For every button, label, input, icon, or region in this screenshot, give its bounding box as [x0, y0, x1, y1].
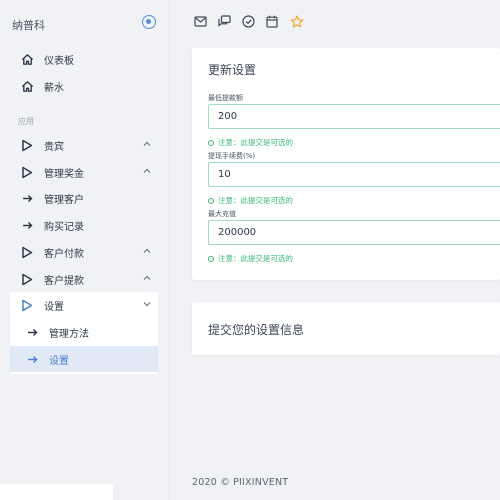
submit-settings-card[interactable]: 提交您的设置信息: [192, 302, 500, 355]
sidebar-item-customer-payments[interactable]: 客户付款: [10, 239, 158, 265]
info-circle-icon: [208, 197, 214, 204]
sidebar-item-salary[interactable]: 薪水: [10, 73, 158, 99]
chevron-up-icon: [142, 139, 152, 149]
arrow-right-icon: [18, 221, 36, 230]
info-circle-icon: [208, 255, 214, 262]
check-circle-icon[interactable]: [241, 14, 255, 28]
sidebar-item-label: 薪水: [44, 82, 64, 94]
sidebar-item-purchase-records[interactable]: 购买记录: [10, 212, 158, 238]
card-title: 提交您的设置信息: [208, 323, 305, 337]
sidebar-item-label: 贵宾: [44, 141, 64, 153]
sidebar-item-label: 管理客户: [44, 194, 84, 206]
field-label-min-withdrawal: 最低提款额: [208, 94, 243, 102]
play-icon: [18, 246, 36, 259]
sidebar-item-label: 客户付款: [44, 248, 84, 260]
home-icon: [18, 53, 36, 66]
chevron-down-icon: [142, 299, 152, 309]
sidebar-item-label: 管理奖金: [44, 168, 84, 180]
info-circle-icon: [208, 139, 214, 146]
field-hint: 注意：此提交是可选的: [208, 137, 293, 148]
sidebar-item-manage-bonus[interactable]: 管理奖金: [10, 159, 158, 185]
home-icon: [18, 80, 36, 93]
sidebar-item-dashboard[interactable]: 仪表板: [10, 46, 158, 72]
sidebar-item-vip[interactable]: 贵宾: [10, 132, 158, 158]
target-icon[interactable]: [142, 15, 156, 29]
arrow-right-icon: [23, 328, 41, 337]
chevron-up-icon: [142, 273, 152, 283]
footer-copyright: 2020 © PIIXINVENT: [192, 477, 289, 488]
play-icon: [18, 299, 36, 312]
card-title: 更新设置: [208, 63, 257, 77]
sidebar: 纳普科 仪表板 薪水 应用 贵宾 管理奖金 管理客户 购买记录 客户付款 客户提…: [0, 0, 170, 500]
chevron-up-icon: [142, 246, 152, 256]
brand-name: 纳普科: [12, 19, 45, 32]
sidebar-item-label: 客户提款: [44, 275, 84, 287]
play-icon: [18, 273, 36, 286]
sidebar-item-label: 购买记录: [44, 221, 84, 233]
field-hint: 注意：此提交是可选的: [208, 195, 293, 206]
arrow-right-icon: [18, 194, 36, 203]
sidebar-item-manage-customers[interactable]: 管理客户: [10, 185, 158, 211]
max-deposit-input[interactable]: 200000: [208, 220, 500, 245]
chevron-up-icon: [142, 166, 152, 176]
field-label-withdrawal-fee: 提现手续费(%): [208, 152, 256, 160]
sidebar-item-customer-withdrawals[interactable]: 客户提款: [10, 266, 158, 292]
calendar-icon[interactable]: [265, 14, 279, 28]
footer-strip: [0, 484, 113, 500]
sidebar-item-label: 设置: [44, 301, 64, 313]
mail-icon[interactable]: [193, 14, 207, 28]
sidebar-item-manage-methods[interactable]: 管理方法: [10, 319, 158, 345]
field-hint: 注意：此提交是可选的: [208, 253, 293, 264]
section-label: 应用: [18, 117, 34, 126]
field-label-max-deposit: 最大充值: [208, 210, 236, 218]
star-icon[interactable]: [290, 14, 304, 28]
sidebar-item-settings-page[interactable]: 设置: [10, 346, 158, 372]
play-icon: [18, 139, 36, 152]
min-withdrawal-input[interactable]: 200: [208, 104, 500, 129]
update-settings-card: 更新设置 最低提款额 200 注意：此提交是可选的 提现手续费(%) 10 注意…: [192, 48, 500, 280]
sidebar-item-label: 管理方法: [49, 328, 89, 340]
chat-icon[interactable]: [217, 14, 231, 28]
sidebar-item-label: 设置: [49, 355, 69, 367]
arrow-right-icon: [23, 355, 41, 364]
withdrawal-fee-input[interactable]: 10: [208, 162, 500, 187]
sidebar-item-label: 仪表板: [44, 55, 74, 67]
play-icon: [18, 166, 36, 179]
sidebar-item-settings[interactable]: 设置: [10, 292, 158, 318]
